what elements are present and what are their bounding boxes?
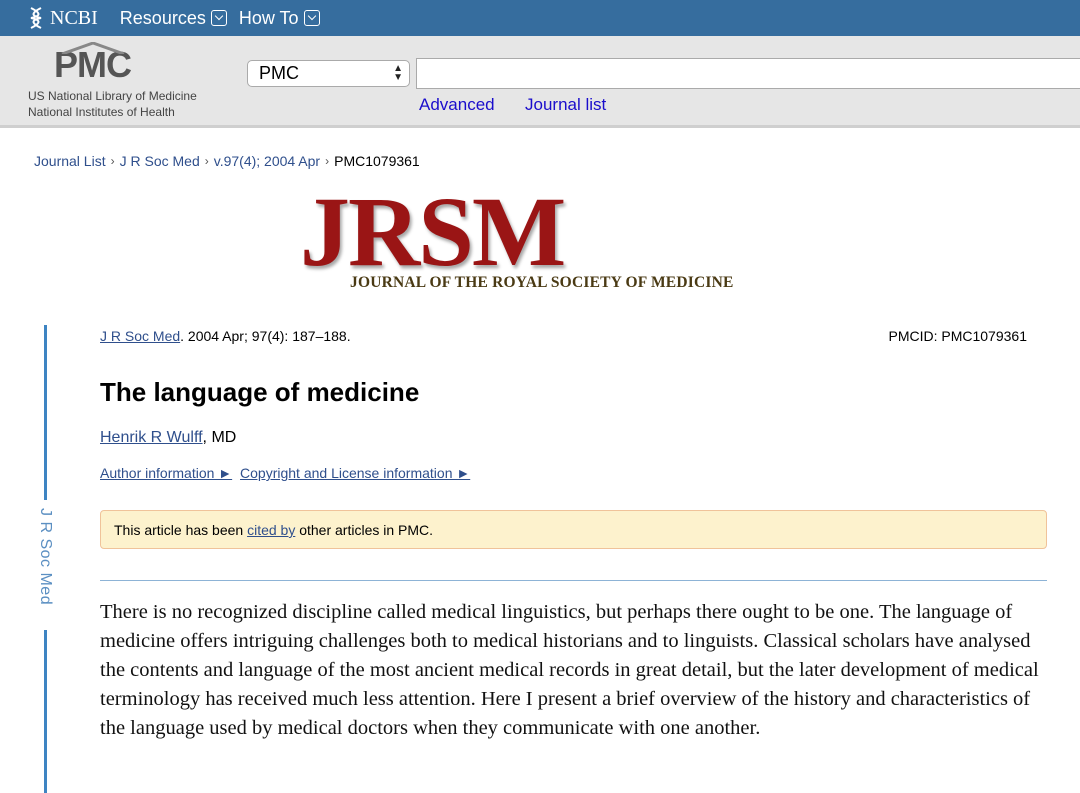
article-title: The language of medicine xyxy=(100,377,420,407)
database-select[interactable]: PMC ▲ ▼ xyxy=(247,60,410,87)
article-info-links: Author information ► Copyright and Licen… xyxy=(100,465,474,481)
citation-details: . 2004 Apr; 97(4): 187–188. xyxy=(180,328,351,344)
pmc-logo[interactable]: PMC xyxy=(54,42,132,86)
search-input[interactable] xyxy=(416,58,1080,89)
dna-helix-icon xyxy=(30,7,42,29)
select-arrows-icon: ▲ ▼ xyxy=(393,63,403,83)
author-line: Henrik R Wulff, MD xyxy=(100,429,236,447)
nih-label: National Institutes of Health xyxy=(28,105,175,119)
ncbi-logo-text: NCBI xyxy=(50,6,98,29)
ncbi-top-bar: NCBI Resources How To xyxy=(0,0,1080,36)
breadcrumb-journal-list[interactable]: Journal List xyxy=(34,153,106,169)
article-body-paragraph: There is no recognized discipline called… xyxy=(100,601,1039,739)
pmcid: PMCID: PMC1079361 xyxy=(888,328,1027,344)
resources-menu[interactable]: Resources xyxy=(120,8,227,29)
breadcrumb-journal[interactable]: J R Soc Med xyxy=(120,153,200,169)
breadcrumb: Journal List › J R Soc Med › v.97(4); 20… xyxy=(34,153,420,169)
breadcrumb-separator-icon: › xyxy=(325,154,330,168)
nlm-label: US National Library of Medicine xyxy=(28,89,197,103)
journal-abbrev-link[interactable]: J R Soc Med xyxy=(100,328,180,344)
resources-menu-label: Resources xyxy=(119,7,206,28)
breadcrumb-current: PMC1079361 xyxy=(334,153,420,169)
how-to-menu-label: How To xyxy=(238,7,299,28)
ncbi-logo[interactable]: NCBI xyxy=(28,7,98,30)
citation-line: J R Soc Med. 2004 Apr; 97(4): 187–188. xyxy=(100,328,351,344)
chevron-down-icon xyxy=(303,10,320,26)
journal-banner-full-name: JOURNAL OF THE ROYAL SOCIETY OF MEDICINE xyxy=(350,274,734,291)
cited-by-notice: This article has been cited by other art… xyxy=(100,510,1047,549)
journal-banner-acronym: JRSM xyxy=(300,176,566,287)
notice-suffix: other articles in PMC. xyxy=(295,522,434,538)
pmc-roof-icon xyxy=(61,42,125,54)
advanced-search-link[interactable]: Advanced xyxy=(419,95,495,115)
side-rail-label[interactable]: J R Soc Med xyxy=(36,508,54,605)
cited-by-link[interactable]: cited by xyxy=(247,522,295,538)
notice-prefix: This article has been xyxy=(114,522,248,538)
breadcrumb-issue[interactable]: v.97(4); 2004 Apr xyxy=(214,153,320,169)
how-to-menu[interactable]: How To xyxy=(239,8,320,29)
database-select-value: PMC xyxy=(259,63,299,83)
author-suffix: , MD xyxy=(202,429,237,446)
breadcrumb-separator-icon: › xyxy=(204,154,209,168)
pmc-search-header: PMC US National Library of Medicine Nati… xyxy=(0,36,1080,128)
copyright-license-link[interactable]: Copyright and License information ► xyxy=(240,465,470,481)
section-divider xyxy=(100,580,1047,581)
author-information-link[interactable]: Author information ► xyxy=(100,465,232,481)
breadcrumb-separator-icon: › xyxy=(110,154,115,168)
chevron-down-icon xyxy=(210,10,227,26)
journal-list-link[interactable]: Journal list xyxy=(525,95,606,115)
author-link[interactable]: Henrik R Wulff xyxy=(100,429,203,446)
journal-banner[interactable]: JRSM JOURNAL OF THE ROYAL SOCIETY OF MED… xyxy=(300,182,810,300)
